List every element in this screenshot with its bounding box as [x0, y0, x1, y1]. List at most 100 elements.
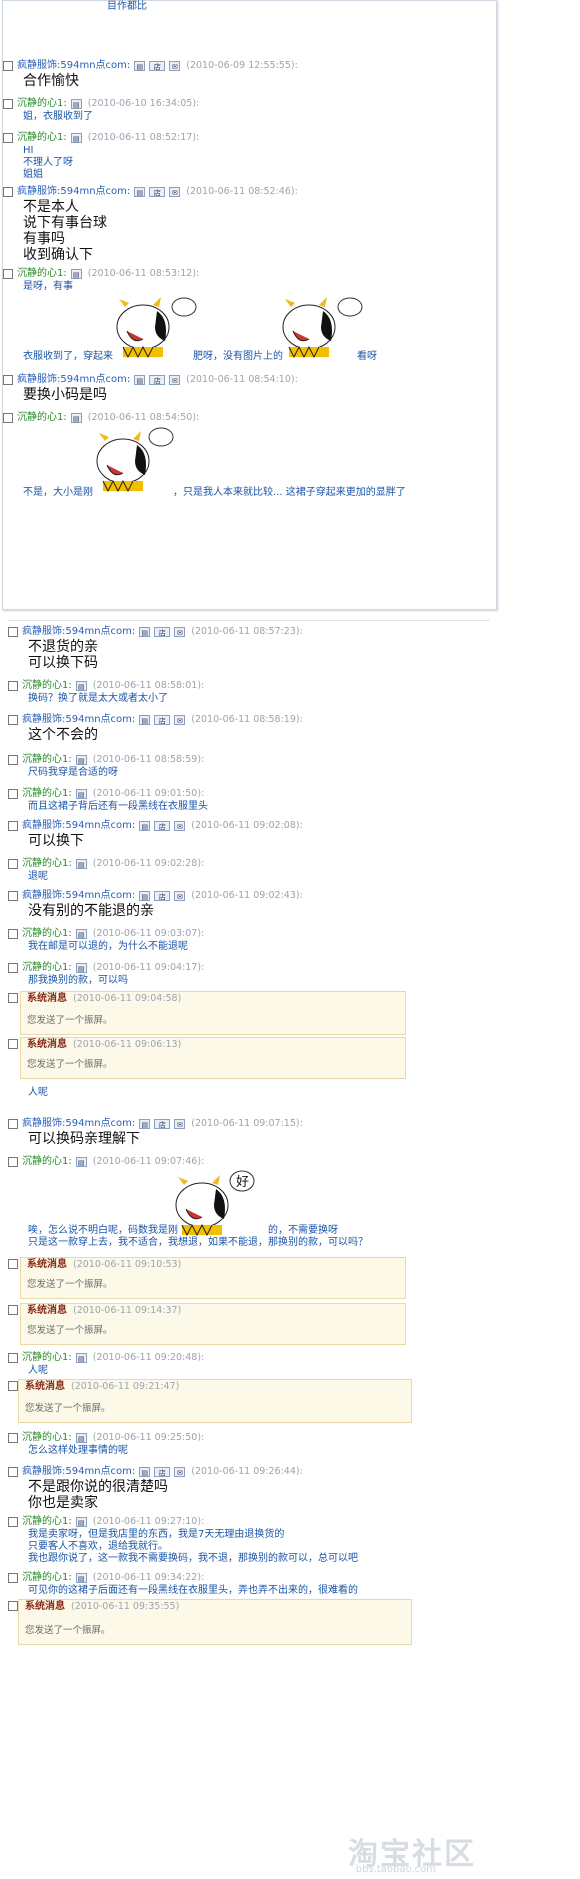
- select-checkbox[interactable]: [8, 859, 18, 869]
- chat-message: 沉静的心1: ▤ (2010-06-11 08:53:12): 是呀，有事: [3, 267, 496, 293]
- contact-icon[interactable]: ✉: [169, 61, 181, 71]
- shop-icon[interactable]: 店: [149, 375, 166, 385]
- shop-icon[interactable]: 店: [154, 1119, 171, 1129]
- select-checkbox[interactable]: [8, 1305, 18, 1315]
- sender-name: 疯静服饰:594mn点com:: [22, 820, 136, 831]
- select-checkbox[interactable]: [8, 1433, 18, 1443]
- contact-icon[interactable]: ✉: [174, 1119, 186, 1129]
- shop-icon[interactable]: 店: [154, 891, 171, 901]
- bubble-text: 好: [236, 1175, 249, 1190]
- shop-icon[interactable]: 店: [149, 187, 166, 197]
- profile-icon[interactable]: ▤: [75, 1157, 87, 1167]
- select-checkbox[interactable]: [8, 1119, 18, 1129]
- select-checkbox[interactable]: [3, 413, 13, 423]
- profile-icon[interactable]: ▤: [75, 789, 87, 799]
- chat-message: 疯静服饰:594mn点com: ▤ 店 ✉ (2010-06-11 09:26:44…: [8, 1465, 490, 1511]
- select-checkbox[interactable]: [3, 133, 13, 143]
- select-checkbox[interactable]: [8, 821, 18, 831]
- message-text: 人呢: [28, 1365, 48, 1376]
- profile-icon[interactable]: ▤: [75, 1573, 87, 1583]
- select-checkbox[interactable]: [3, 375, 13, 385]
- select-checkbox[interactable]: [8, 715, 18, 725]
- select-checkbox[interactable]: [8, 1259, 18, 1269]
- select-checkbox[interactable]: [8, 1467, 18, 1477]
- sender-name: 沉静的心1:: [22, 1516, 72, 1527]
- message-text: 不是跟你说的很清楚吗 你也是卖家: [28, 1479, 168, 1511]
- message-text: 您发送了一个振屏。: [27, 1279, 113, 1290]
- profile-icon[interactable]: ▤: [134, 61, 146, 71]
- timestamp: (2010-06-11 09:04:58): [73, 993, 182, 1004]
- select-checkbox[interactable]: [8, 1157, 18, 1167]
- message-text: 我是卖家呀，但是我店里的东西，我是7天无理由退换货的 只要客人不喜欢，退给我就行…: [28, 1529, 358, 1564]
- profile-icon[interactable]: ▤: [134, 187, 146, 197]
- select-checkbox[interactable]: [8, 963, 18, 973]
- message-text: 唉，怎么说不明白呢，码数我是刚: [28, 1225, 178, 1236]
- select-checkbox[interactable]: [8, 993, 18, 1003]
- taobao-watermark: 淘宝社区 bbs.taobao.com: [348, 1829, 476, 1875]
- sender-name: 系统消息: [27, 1305, 67, 1316]
- contact-icon[interactable]: ✉: [174, 821, 186, 831]
- select-checkbox[interactable]: [8, 789, 18, 799]
- profile-icon[interactable]: ▤: [139, 821, 151, 831]
- profile-icon[interactable]: ▤: [75, 963, 87, 973]
- select-checkbox[interactable]: [3, 99, 13, 109]
- profile-icon[interactable]: ▤: [134, 375, 146, 385]
- profile-icon[interactable]: ▤: [75, 929, 87, 939]
- profile-icon[interactable]: ▤: [139, 1119, 151, 1129]
- select-checkbox[interactable]: [8, 1353, 18, 1363]
- shop-icon[interactable]: 店: [154, 627, 171, 637]
- shop-icon[interactable]: 店: [149, 61, 166, 71]
- contact-icon[interactable]: ✉: [169, 187, 181, 197]
- profile-icon[interactable]: ▤: [75, 1353, 87, 1363]
- shop-icon[interactable]: 店: [154, 715, 171, 725]
- profile-icon[interactable]: ▤: [75, 1433, 87, 1443]
- profile-icon[interactable]: ▤: [75, 755, 87, 765]
- sender-name: 沉静的心1:: [22, 788, 72, 799]
- message-text: 这个不会的: [28, 727, 98, 743]
- select-checkbox[interactable]: [8, 1517, 18, 1527]
- profile-icon[interactable]: ▤: [70, 413, 82, 423]
- timestamp: (2010-06-11 09:02:08):: [191, 820, 303, 831]
- timestamp: (2010-06-11 08:58:01):: [92, 680, 205, 691]
- sender-name: 疯静服饰:594mn点com:: [22, 626, 136, 637]
- select-checkbox[interactable]: [3, 187, 13, 197]
- shop-icon[interactable]: 店: [154, 821, 171, 831]
- message-text: 只是这一款穿上去，我不适合，我想退，如果不能退，那换别的款，可以吗？: [28, 1237, 368, 1248]
- select-checkbox[interactable]: [8, 929, 18, 939]
- select-checkbox[interactable]: [8, 1381, 18, 1391]
- select-checkbox[interactable]: [3, 269, 13, 279]
- select-checkbox[interactable]: [8, 627, 18, 637]
- profile-icon[interactable]: ▤: [139, 627, 151, 637]
- contact-icon[interactable]: ✉: [169, 375, 181, 385]
- system-message-box: 系统消息 (2010-06-11 09:35:55) 您发送了一个振屏。: [18, 1599, 412, 1645]
- profile-icon[interactable]: ▤: [70, 269, 82, 279]
- select-checkbox[interactable]: [8, 1573, 18, 1583]
- profile-icon[interactable]: ▤: [75, 681, 87, 691]
- select-checkbox[interactable]: [3, 61, 13, 71]
- select-checkbox[interactable]: [8, 681, 18, 691]
- shop-icon[interactable]: 店: [154, 1467, 171, 1477]
- message-text: 可以换码亲理解下: [28, 1131, 140, 1147]
- profile-icon[interactable]: ▤: [139, 891, 151, 901]
- profile-icon[interactable]: ▤: [139, 1467, 151, 1477]
- select-checkbox[interactable]: [8, 891, 18, 901]
- profile-icon[interactable]: ▤: [139, 715, 151, 725]
- profile-icon[interactable]: ▤: [70, 133, 82, 143]
- profile-icon[interactable]: ▤: [75, 859, 87, 869]
- contact-icon[interactable]: ✉: [174, 891, 186, 901]
- timestamp: (2010-06-11 09:02:28):: [92, 858, 205, 869]
- select-checkbox[interactable]: [8, 1601, 18, 1611]
- contact-icon[interactable]: ✉: [174, 1467, 186, 1477]
- select-checkbox[interactable]: [8, 755, 18, 765]
- message-text: 人呢: [28, 1087, 48, 1098]
- contact-icon[interactable]: ✉: [174, 715, 186, 725]
- chat-message: 沉静的心1: ▤ (2010-06-10 16:34:05): 姐，衣服收到了: [3, 97, 496, 123]
- sender-name: 沉静的心1:: [22, 858, 72, 869]
- select-checkbox[interactable]: [8, 1039, 18, 1049]
- profile-icon[interactable]: ▤: [70, 99, 82, 109]
- contact-icon[interactable]: ✉: [174, 627, 186, 637]
- chat-message: 沉静的心1: ▤ (2010-06-11 09:01:50): 而且这裙子背后还…: [8, 787, 490, 813]
- sender-name: 系统消息: [27, 1039, 67, 1050]
- profile-icon[interactable]: ▤: [75, 1517, 87, 1527]
- timestamp: (2010-06-11 09:02:43):: [191, 890, 303, 901]
